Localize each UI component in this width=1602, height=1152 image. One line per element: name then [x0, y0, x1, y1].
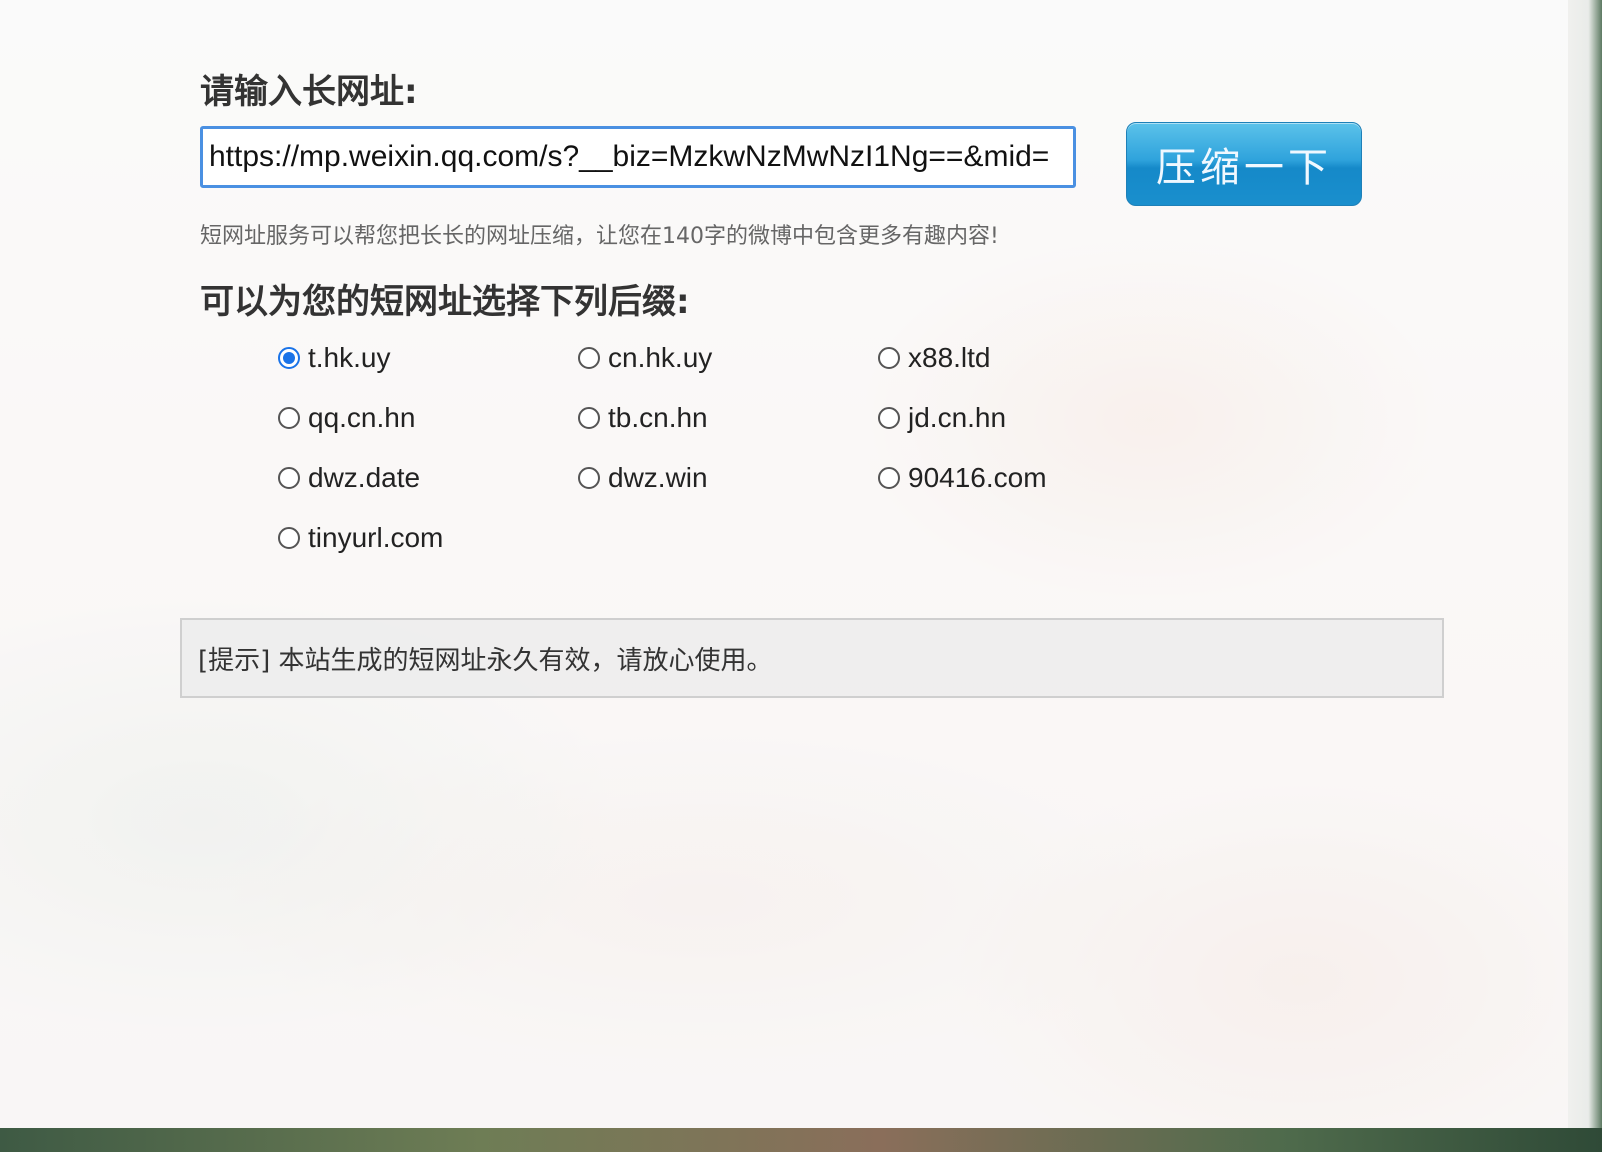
- radio-button[interactable]: [878, 467, 900, 489]
- service-hint-text: 短网址服务可以帮您把长长的网址压缩，让您在140字的微博中包含更多有趣内容!: [200, 224, 999, 249]
- suffix-label: qq.cn.hn: [308, 402, 416, 433]
- window-bottom-edge: [0, 1128, 1602, 1152]
- suffix-label: cn.hk.uy: [608, 342, 713, 373]
- radio-button[interactable]: [878, 347, 900, 369]
- window-right-edge: [1568, 0, 1602, 1152]
- radio-button[interactable]: [278, 407, 300, 429]
- suffix-option-qq-cn-hn[interactable]: qq.cn.hn: [278, 398, 415, 438]
- suffix-option-cn-hk-uy[interactable]: cn.hk.uy: [578, 338, 712, 378]
- suffix-label: tb.cn.hn: [608, 402, 708, 433]
- suffix-option-x88-ltd[interactable]: x88.ltd: [878, 338, 991, 378]
- radio-button[interactable]: [278, 347, 300, 369]
- suffix-label: dwz.date: [308, 462, 421, 493]
- long-url-input[interactable]: [200, 126, 1076, 188]
- suffix-option-jd-cn-hn[interactable]: jd.cn.hn: [878, 398, 1006, 438]
- notice-box: [提示] 本站生成的短网址永久有效，请放心使用。: [180, 618, 1444, 698]
- radio-button[interactable]: [578, 347, 600, 369]
- notice-text: [提示] 本站生成的短网址永久有效，请放心使用。: [198, 645, 773, 676]
- suffix-option-90416-com[interactable]: 90416.com: [878, 458, 1047, 498]
- suffix-heading: 可以为您的短网址选择下列后缀:: [200, 282, 690, 322]
- suffix-label: t.hk.uy: [308, 342, 391, 373]
- suffix-option-t-hk-uy[interactable]: t.hk.uy: [278, 338, 390, 378]
- suffix-option-dwz-win[interactable]: dwz.win: [578, 458, 708, 498]
- suffix-option-tinyurl-com[interactable]: tinyurl.com: [278, 518, 443, 558]
- radio-button[interactable]: [578, 467, 600, 489]
- suffix-label: dwz.win: [608, 462, 708, 493]
- radio-button[interactable]: [578, 407, 600, 429]
- suffix-option-dwz-date[interactable]: dwz.date: [278, 458, 420, 498]
- compress-button[interactable]: 压缩一下: [1126, 122, 1362, 206]
- radio-button[interactable]: [278, 467, 300, 489]
- suffix-option-tb-cn-hn[interactable]: tb.cn.hn: [578, 398, 708, 438]
- long-url-heading: 请输入长网址:: [200, 72, 418, 112]
- suffix-label: tinyurl.com: [308, 522, 444, 553]
- suffix-label: jd.cn.hn: [908, 402, 1007, 433]
- suffix-label: x88.ltd: [908, 342, 991, 373]
- suffix-label: 90416.com: [908, 462, 1047, 493]
- radio-button[interactable]: [878, 407, 900, 429]
- radio-button[interactable]: [278, 527, 300, 549]
